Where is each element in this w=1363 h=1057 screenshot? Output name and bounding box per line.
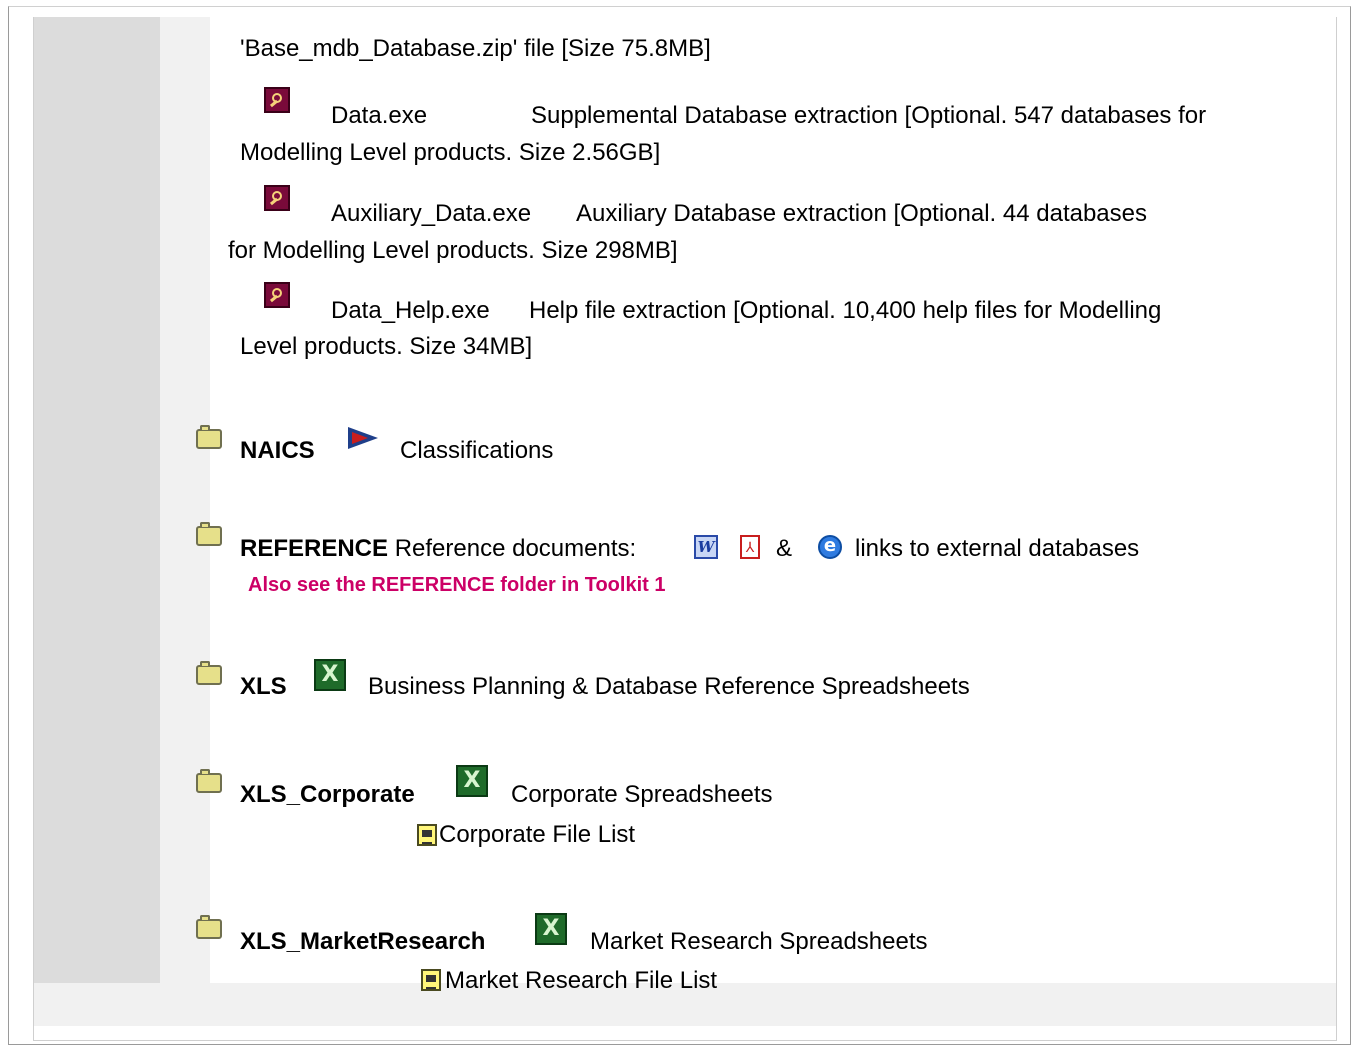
folder-naics[interactable]: NAICS [240, 433, 315, 469]
file-list-icon[interactable] [421, 969, 441, 991]
reference-desc: Reference documents: [394, 535, 637, 562]
xls-desc: Business Planning & Database Reference S… [368, 673, 970, 700]
reference-amp: & [776, 535, 793, 562]
naics-logo-icon [348, 421, 378, 449]
excel-icon [535, 913, 567, 945]
xls-corporate-desc: Corporate Spreadsheets [511, 781, 773, 808]
folder-xls[interactable]: XLS [240, 669, 287, 705]
auxiliary-exe-desc-2: for Modelling Level products. Size 298MB… [228, 237, 678, 264]
data-help-exe-desc-2: Level products. Size 34MB] [240, 333, 533, 360]
excel-icon [314, 659, 346, 691]
access-key-icon[interactable] [264, 185, 290, 211]
folder-xls-corporate[interactable]: XLS_Corporate [240, 777, 415, 813]
access-key-icon[interactable] [264, 282, 290, 308]
excel-icon [456, 765, 488, 797]
folder-icon[interactable] [196, 769, 222, 793]
folder-xls-market-research[interactable]: XLS_MarketResearch [240, 924, 485, 960]
folder-icon[interactable] [196, 661, 222, 685]
data-exe-desc-2: Modelling Level products. Size 2.56GB] [240, 139, 661, 166]
data-exe-link[interactable]: Data.exe [331, 98, 427, 134]
reference-note[interactable]: Also see the REFERENCE folder in Toolkit… [248, 567, 665, 603]
data-help-exe-desc: Help file extraction [Optional. 10,400 h… [529, 297, 1162, 324]
file-list-icon[interactable] [417, 824, 437, 846]
word-doc-icon [694, 535, 718, 559]
xls-market-desc: Market Research Spreadsheets [590, 928, 928, 955]
corporate-file-list-link[interactable]: Corporate File List [439, 817, 635, 853]
left-column [34, 17, 160, 983]
data-exe-desc: Supplemental Database extraction [Option… [531, 102, 1207, 129]
naics-desc: Classifications [400, 437, 554, 464]
page-frame: 'Base_mdb_Database.zip' file [Size 75.8M… [8, 6, 1351, 1045]
folder-icon[interactable] [196, 915, 222, 939]
pdf-icon [740, 535, 760, 559]
base-db-text: 'Base_mdb_Database.zip' file [Size 75.8M… [240, 35, 711, 62]
folder-icon[interactable] [196, 522, 222, 546]
auxiliary-exe-desc: Auxiliary Database extraction [Optional.… [576, 200, 1147, 227]
internet-explorer-icon [818, 535, 842, 559]
folder-icon[interactable] [196, 425, 222, 449]
reference-desc-2: links to external databases [855, 535, 1140, 562]
data-help-exe-link[interactable]: Data_Help.exe [331, 293, 490, 329]
market-file-list-link[interactable]: Market Research File List [445, 963, 717, 999]
main-content: 'Base_mdb_Database.zip' file [Size 75.8M… [196, 17, 1336, 994]
auxiliary-exe-link[interactable]: Auxiliary_Data.exe [331, 196, 531, 232]
reference-line: REFERENCE Reference documents: [240, 531, 636, 567]
left-strip [160, 17, 210, 983]
folder-reference[interactable]: REFERENCE [240, 535, 388, 562]
access-key-icon[interactable] [264, 87, 290, 113]
content-table: 'Base_mdb_Database.zip' file [Size 75.8M… [33, 17, 1337, 1041]
